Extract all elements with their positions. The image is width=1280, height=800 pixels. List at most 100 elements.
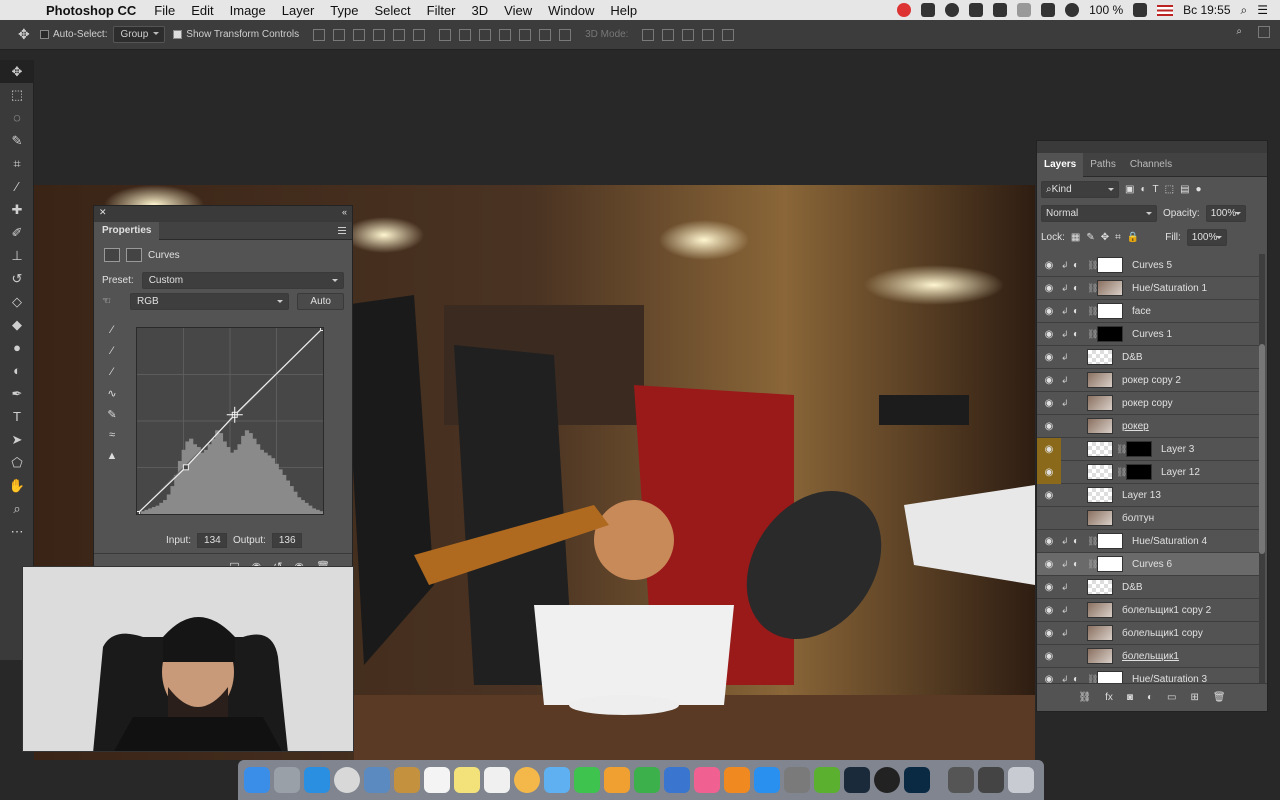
- workspace-icon[interactable]: [1258, 26, 1270, 38]
- menu-view[interactable]: View: [504, 3, 532, 18]
- tab-channels[interactable]: Channels: [1123, 153, 1179, 177]
- layer-row[interactable]: ◉ ↲ ◐ ⛓ Curves 6: [1037, 553, 1259, 576]
- chrome-icon[interactable]: [334, 767, 360, 793]
- 3d-drag-icon[interactable]: [682, 28, 695, 41]
- zoom-tool[interactable]: ⌕: [0, 497, 34, 520]
- menu-image[interactable]: Image: [230, 3, 266, 18]
- marquee-tool[interactable]: ⬚: [0, 83, 34, 106]
- black-point-eyedropper-icon[interactable]: ⁄: [102, 324, 122, 345]
- brush-tool[interactable]: ✐: [0, 221, 34, 244]
- lock-artboard-icon[interactable]: ⌗: [1115, 232, 1121, 243]
- move-tool-icon[interactable]: ✥: [18, 26, 40, 43]
- hand-tool[interactable]: ✋: [0, 474, 34, 497]
- healing-tool[interactable]: ✚: [0, 198, 34, 221]
- notification-center-icon[interactable]: ☰: [1257, 3, 1268, 17]
- align-vcenter-icon[interactable]: [333, 28, 346, 41]
- lock-all-icon[interactable]: 🔒: [1127, 232, 1139, 243]
- 3d-rotate-icon[interactable]: [642, 28, 655, 41]
- layer-thumbnail[interactable]: [1087, 464, 1113, 480]
- filter-shape-icon[interactable]: ⬚: [1165, 184, 1174, 195]
- filter-toggle-icon[interactable]: ●: [1196, 184, 1202, 195]
- distribute-top-icon[interactable]: [439, 28, 452, 41]
- layer-thumbnail[interactable]: [1097, 556, 1123, 572]
- input-field[interactable]: 134: [197, 533, 228, 548]
- transform-controls-checkbox[interactable]: [173, 30, 183, 39]
- blend-mode-dropdown[interactable]: Normal: [1041, 204, 1157, 222]
- pen-tool[interactable]: ✒: [0, 382, 34, 405]
- launchpad-icon[interactable]: [274, 767, 300, 793]
- opacity-field[interactable]: 100%: [1205, 204, 1246, 222]
- dodge-tool[interactable]: ◐: [0, 359, 34, 382]
- visibility-eye-icon[interactable]: ◉: [1037, 277, 1061, 300]
- visibility-eye-icon[interactable]: ◉: [1037, 622, 1061, 645]
- wifi-icon[interactable]: [1065, 3, 1080, 17]
- fx-icon[interactable]: fx: [1105, 692, 1113, 703]
- more-tools-icon[interactable]: ⋯: [0, 520, 34, 543]
- itunes-icon[interactable]: [694, 767, 720, 793]
- menu-layer[interactable]: Layer: [282, 3, 315, 18]
- lock-transparent-icon[interactable]: ▦: [1071, 232, 1080, 243]
- visibility-eye-icon[interactable]: ◉: [1037, 530, 1061, 553]
- visibility-eye-icon[interactable]: ◉: [1037, 346, 1061, 369]
- layer-thumbnail[interactable]: [1087, 349, 1113, 365]
- layer-thumbnail[interactable]: [1087, 625, 1113, 641]
- white-point-eyedropper-icon[interactable]: ⁄: [102, 366, 122, 387]
- kind-filter-dropdown[interactable]: ⌕Kind: [1041, 180, 1119, 198]
- visibility-eye-icon[interactable]: ◉: [1037, 369, 1061, 392]
- distribute-right-icon[interactable]: [539, 28, 552, 41]
- obs-icon[interactable]: [874, 767, 900, 793]
- mask-link-icon[interactable]: ⛓: [1087, 536, 1098, 547]
- history-brush-tool[interactable]: ↺: [0, 267, 34, 290]
- facetime-icon[interactable]: [574, 767, 600, 793]
- panel-menu-icon[interactable]: [338, 227, 346, 234]
- blur-tool[interactable]: ●: [0, 336, 34, 359]
- ibooks-icon[interactable]: [724, 767, 750, 793]
- layer-thumbnail[interactable]: [1097, 326, 1123, 342]
- visibility-eye-icon[interactable]: ◉: [1037, 392, 1061, 415]
- menu-window[interactable]: Window: [548, 3, 594, 18]
- auto-button[interactable]: Auto: [297, 293, 344, 310]
- app-menu[interactable]: Photoshop CC: [46, 3, 136, 18]
- shape-tool[interactable]: ⬠: [0, 451, 34, 474]
- screenshot-icon[interactable]: [948, 767, 974, 793]
- properties-header[interactable]: ✕ «: [94, 206, 352, 222]
- layer-row[interactable]: ◉ ↲ ◐ ⛓ face: [1037, 300, 1259, 323]
- visibility-eye-icon[interactable]: ◉: [1037, 415, 1061, 438]
- lasso-tool[interactable]: ◌: [0, 106, 34, 129]
- layer-row[interactable]: ◉ ↲ D&B: [1037, 346, 1259, 369]
- mask-link-icon[interactable]: ⛓: [1116, 444, 1127, 455]
- channel-dropdown[interactable]: RGB: [130, 293, 290, 310]
- layers-scrollbar[interactable]: [1259, 254, 1265, 684]
- system-preferences-icon[interactable]: [784, 767, 810, 793]
- layer-row[interactable]: ◉ рокер: [1037, 415, 1259, 438]
- layer-row[interactable]: ◉ ↲ болельщик1 copy 2: [1037, 599, 1259, 622]
- menu-help[interactable]: Help: [610, 3, 637, 18]
- auto-align-icon[interactable]: [559, 28, 572, 41]
- layer-thumbnail[interactable]: [1087, 441, 1113, 457]
- fill-field[interactable]: 100%: [1186, 228, 1227, 246]
- mask-link-icon[interactable]: ⛓: [1087, 260, 1098, 271]
- visibility-eye-icon[interactable]: ◉: [1037, 668, 1061, 685]
- visibility-eye-icon[interactable]: [1037, 507, 1061, 530]
- collapse-icon[interactable]: «: [342, 207, 347, 217]
- layer-row[interactable]: ◉ Layer 13: [1037, 484, 1259, 507]
- visibility-eye-icon[interactable]: ◉: [1037, 576, 1061, 599]
- filter-smart-icon[interactable]: ▤: [1180, 184, 1189, 195]
- layer-row[interactable]: ◉ ↲ D&B: [1037, 576, 1259, 599]
- photos-icon[interactable]: [514, 767, 540, 793]
- mask-link-icon[interactable]: ⛓: [1087, 306, 1098, 317]
- close-icon[interactable]: ✕: [99, 207, 107, 218]
- distribute-left-icon[interactable]: [499, 28, 512, 41]
- layer-row[interactable]: ◉ ↲ ◐ ⛓ Hue/Saturation 1: [1037, 277, 1259, 300]
- visibility-eye-icon[interactable]: ◉: [1037, 599, 1061, 622]
- evernote-icon[interactable]: [969, 3, 984, 17]
- visibility-eye-icon[interactable]: ◉: [1037, 645, 1061, 668]
- layer-row[interactable]: ◉ ↲ рокер copy 2: [1037, 369, 1259, 392]
- layer-row[interactable]: ◉ ↲ ◐ ⛓ Curves 5: [1037, 254, 1259, 277]
- layer-thumbnail[interactable]: [1087, 602, 1113, 618]
- preview-icon[interactable]: [364, 767, 390, 793]
- layer-thumbnail[interactable]: [1087, 579, 1113, 595]
- new-layer-icon[interactable]: ⊞: [1190, 692, 1198, 703]
- 3d-slide-icon[interactable]: [702, 28, 715, 41]
- auto-select-dropdown[interactable]: Group: [113, 26, 166, 43]
